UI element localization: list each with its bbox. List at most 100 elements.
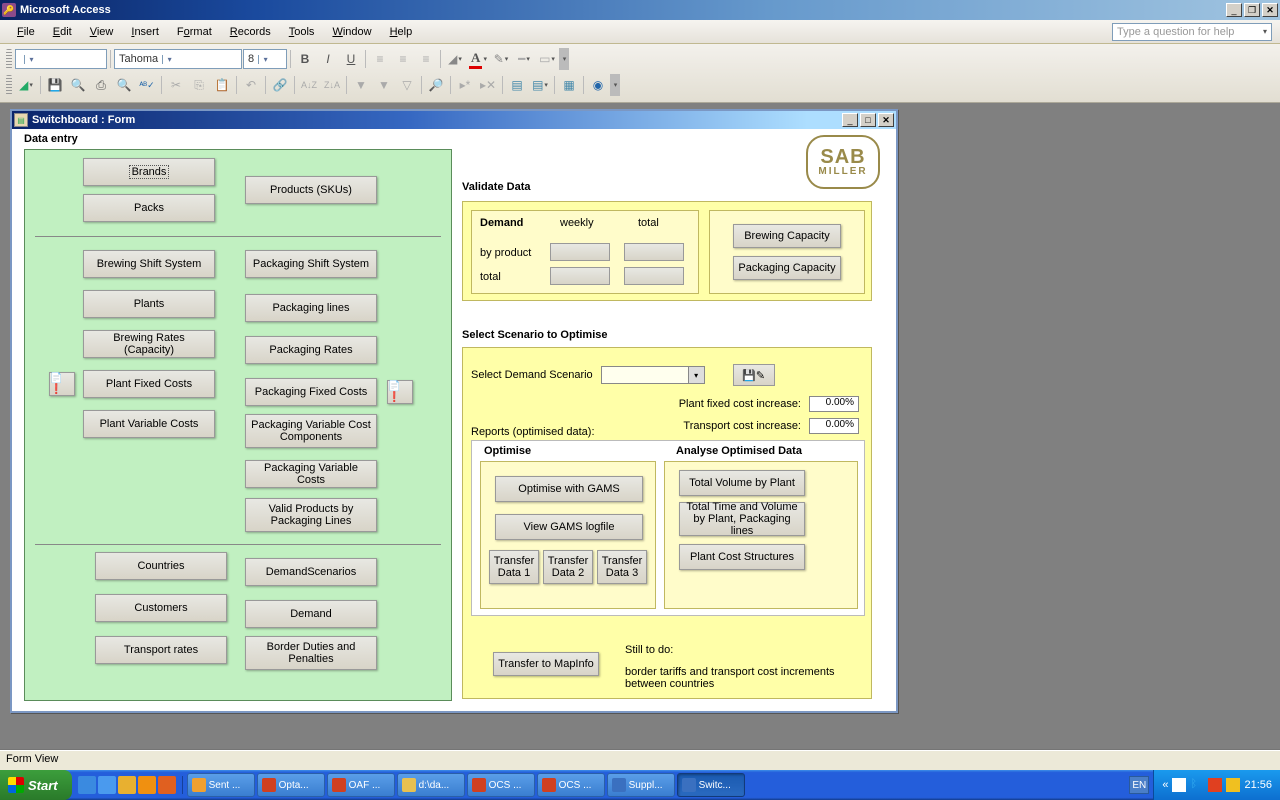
taskbar-item[interactable]: Suppl...: [607, 773, 675, 797]
find-button[interactable]: 🔎: [425, 74, 447, 96]
fill-color-button[interactable]: ◢▾: [444, 48, 466, 70]
align-right-button[interactable]: ≡: [415, 48, 437, 70]
tray-icon[interactable]: [1226, 778, 1240, 792]
demand-scenario-combo[interactable]: ▾: [601, 366, 705, 384]
total-volume-button[interactable]: Total Volume by Plant: [679, 470, 805, 496]
packaging-capacity-button[interactable]: Packaging Capacity: [733, 256, 841, 280]
search-file-button[interactable]: 🔍: [67, 74, 89, 96]
sort-desc-button[interactable]: Z↓A: [321, 74, 343, 96]
start-button[interactable]: Start: [0, 770, 72, 800]
taskbar-item-active[interactable]: Switc...: [677, 773, 745, 797]
clock[interactable]: 21:56: [1244, 779, 1272, 791]
menu-edit[interactable]: Edit: [44, 23, 81, 41]
packaging-fixed-button[interactable]: Packaging Fixed Costs: [245, 378, 377, 406]
plants-button[interactable]: Plants: [83, 290, 215, 318]
menu-window[interactable]: Window: [323, 23, 380, 41]
spelling-button[interactable]: ᴬᴮ✓: [136, 74, 158, 96]
demand-scenarios-button[interactable]: DemandScenarios: [245, 558, 377, 586]
form-maximize-button[interactable]: □: [860, 113, 876, 127]
bold-button[interactable]: B: [294, 48, 316, 70]
packaging-shift-button[interactable]: Packaging Shift System: [245, 250, 377, 278]
font-combo[interactable]: Tahoma▾: [114, 49, 242, 69]
language-indicator[interactable]: EN: [1129, 776, 1149, 794]
toolbar-grip-2[interactable]: [6, 75, 12, 95]
packaging-rates-button[interactable]: Packaging Rates: [245, 336, 377, 364]
firefox-icon[interactable]: [158, 776, 176, 794]
demand-byproduct-weekly-button[interactable]: [550, 243, 610, 261]
taskbar-item[interactable]: Opta...: [257, 773, 325, 797]
tray-chevron-icon[interactable]: «: [1162, 779, 1168, 791]
plant-var-button[interactable]: Plant Variable Costs: [83, 410, 215, 438]
cut-button[interactable]: ✂: [165, 74, 187, 96]
brewing-rates-button[interactable]: Brewing Rates (Capacity): [83, 330, 215, 358]
new-object-button[interactable]: ▤▾: [529, 74, 551, 96]
transfer-mapinfo-button[interactable]: Transfer to MapInfo: [493, 652, 599, 676]
font-color-button[interactable]: A▾: [467, 48, 489, 70]
valid-products-button[interactable]: Valid Products by Packaging Lines: [245, 498, 377, 532]
packaging-lines-button[interactable]: Packaging lines: [245, 294, 377, 322]
countries-button[interactable]: Countries: [95, 552, 227, 580]
packaging-var-comp-button[interactable]: Packaging Variable Cost Components: [245, 414, 377, 448]
menu-file[interactable]: File: [8, 23, 44, 41]
help-search[interactable]: Type a question for help: [1112, 23, 1272, 41]
print-preview-button[interactable]: 🔍: [113, 74, 135, 96]
line-color-button[interactable]: ✎▾: [490, 48, 512, 70]
transfer-data-1-button[interactable]: Transfer Data 1: [489, 550, 539, 584]
toolbar-options-1[interactable]: ▾: [559, 48, 569, 70]
plant-fixed-button[interactable]: Plant Fixed Costs: [83, 370, 215, 398]
new-record-button[interactable]: ▸*: [454, 74, 476, 96]
packaging-var-button[interactable]: Packaging Variable Costs: [245, 460, 377, 488]
transport-inc-value[interactable]: 0.00%: [809, 418, 859, 434]
help-button[interactable]: ◉: [587, 74, 609, 96]
tray-icon[interactable]: [1208, 778, 1222, 792]
italic-button[interactable]: I: [317, 48, 339, 70]
brands-button[interactable]: Brands: [83, 158, 215, 186]
hyperlink-button[interactable]: 🔗: [269, 74, 291, 96]
object-combo[interactable]: ▾: [15, 49, 107, 69]
save-button[interactable]: 💾: [44, 74, 66, 96]
outlook-icon[interactable]: [138, 776, 156, 794]
system-tray[interactable]: « ᛒ 21:56: [1153, 770, 1280, 800]
paste-button[interactable]: 📋: [211, 74, 233, 96]
toggle-filter-button[interactable]: ▽: [396, 74, 418, 96]
packaging-fixed-edit-icon[interactable]: 📄❗: [387, 380, 413, 404]
delete-record-button[interactable]: ▸✕: [477, 74, 499, 96]
copy-button[interactable]: ⎘: [188, 74, 210, 96]
underline-button[interactable]: U: [340, 48, 362, 70]
menu-records[interactable]: Records: [221, 23, 280, 41]
taskbar-item[interactable]: OCS ...: [537, 773, 605, 797]
menu-format[interactable]: Format: [168, 23, 221, 41]
desktop-icon[interactable]: [98, 776, 116, 794]
transfer-data-2-button[interactable]: Transfer Data 2: [543, 550, 593, 584]
line-thickness-button[interactable]: ━▾: [513, 48, 535, 70]
bluetooth-icon[interactable]: ᛒ: [1190, 778, 1204, 792]
demand-button[interactable]: Demand: [245, 600, 377, 628]
font-size-combo[interactable]: 8▾: [243, 49, 287, 69]
products-button[interactable]: Products (SKUs): [245, 176, 377, 204]
explorer-icon[interactable]: [118, 776, 136, 794]
taskbar-item[interactable]: d:\da...: [397, 773, 465, 797]
menu-help[interactable]: Help: [381, 23, 422, 41]
print-button[interactable]: ⎙: [90, 74, 112, 96]
transport-button[interactable]: Transport rates: [95, 636, 227, 664]
menu-view[interactable]: View: [81, 23, 123, 41]
toolbar-grip[interactable]: [6, 49, 12, 69]
form-titlebar[interactable]: ▤ Switchboard : Form _ □ ✕: [12, 111, 896, 129]
align-left-button[interactable]: ≡: [369, 48, 391, 70]
packs-button[interactable]: Packs: [83, 194, 215, 222]
restore-button[interactable]: ❐: [1244, 3, 1260, 17]
special-effect-button[interactable]: ▭▾: [536, 48, 558, 70]
align-center-button[interactable]: ≡: [392, 48, 414, 70]
taskbar-item[interactable]: OCS ...: [467, 773, 535, 797]
demand-total-total-button[interactable]: [624, 267, 684, 285]
plant-cost-button[interactable]: Plant Cost Structures: [679, 544, 805, 570]
view-button[interactable]: ◢▾: [15, 74, 37, 96]
filter-selection-button[interactable]: ▼: [350, 74, 372, 96]
demand-total-weekly-button[interactable]: [550, 267, 610, 285]
db-window-button[interactable]: ▤: [506, 74, 528, 96]
optimise-gams-button[interactable]: Optimise with GAMS: [495, 476, 643, 502]
plant-fixed-inc-value[interactable]: 0.00%: [809, 396, 859, 412]
tray-icon[interactable]: [1172, 778, 1186, 792]
undo-button[interactable]: ↶: [240, 74, 262, 96]
minimize-button[interactable]: _: [1226, 3, 1242, 17]
